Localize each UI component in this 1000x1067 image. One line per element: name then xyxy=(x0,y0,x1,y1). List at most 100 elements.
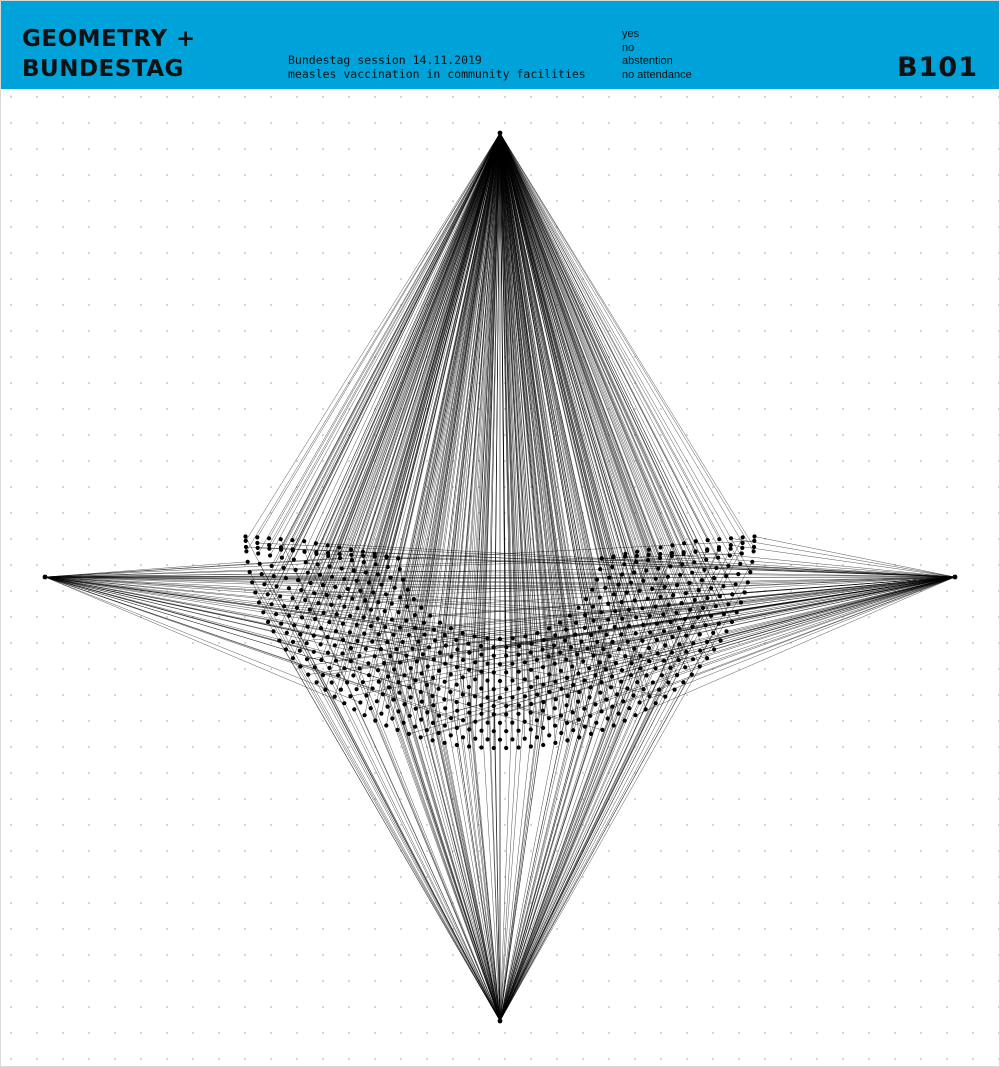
seat-dot xyxy=(534,718,540,723)
seat-dot xyxy=(654,621,660,626)
grid-dot xyxy=(62,226,64,228)
grid-dot xyxy=(36,226,38,228)
grid-dot xyxy=(296,1058,298,1060)
grid-dot xyxy=(816,902,818,904)
grid-dot xyxy=(322,798,324,800)
grid-dot xyxy=(296,278,298,280)
seat-dot xyxy=(293,567,298,572)
grid-dot xyxy=(712,278,714,280)
seat-dot xyxy=(278,537,283,542)
seat-dot xyxy=(305,624,310,629)
grid-dot xyxy=(712,382,714,384)
seat-dot xyxy=(362,631,367,636)
grid-dot xyxy=(608,694,610,696)
seat-dot xyxy=(407,713,412,718)
grid-dot xyxy=(478,1032,480,1034)
grid-dot xyxy=(192,96,194,98)
seat-dot xyxy=(510,678,515,683)
grid-dot xyxy=(582,980,584,982)
grid-dot xyxy=(920,1058,922,1060)
grid-dot xyxy=(842,174,844,176)
grid-dot xyxy=(868,1032,870,1034)
grid-dot xyxy=(894,148,896,150)
grid-dot xyxy=(660,642,662,644)
grid-dot xyxy=(10,668,12,670)
seat-dot xyxy=(358,700,363,705)
seat-dot xyxy=(647,659,652,664)
seat-dot xyxy=(366,673,372,678)
grid-dot xyxy=(88,356,90,358)
seat-dot xyxy=(424,728,429,733)
seat-dot xyxy=(540,665,546,670)
grid-dot xyxy=(244,148,246,150)
grid-dot xyxy=(920,304,922,306)
grid-dot xyxy=(894,486,896,488)
project-title: GEOMETRY + BUNDESTAG xyxy=(22,24,196,84)
seat-dot xyxy=(321,610,326,615)
grid-dot xyxy=(712,96,714,98)
grid-dot xyxy=(166,824,168,826)
grid-dot xyxy=(88,122,90,124)
grid-dot xyxy=(244,226,246,228)
seat-dot xyxy=(646,547,652,552)
seat-dot xyxy=(485,737,490,742)
grid-dot xyxy=(686,122,688,124)
grid-dot xyxy=(530,148,532,150)
grid-dot xyxy=(114,382,116,384)
grid-dot xyxy=(166,122,168,124)
seat-dot xyxy=(563,627,569,632)
grid-dot xyxy=(842,226,844,228)
grid-dot xyxy=(764,148,766,150)
grid-dot xyxy=(972,798,974,800)
grid-dot xyxy=(946,382,948,384)
seat-dot xyxy=(333,658,339,663)
seat-dot xyxy=(349,558,354,563)
grid-dot xyxy=(62,304,64,306)
seat-dot xyxy=(382,609,387,614)
seat-dot xyxy=(290,656,295,661)
seat-dot xyxy=(516,745,521,750)
seat-dot xyxy=(657,687,662,692)
grid-dot xyxy=(738,1006,740,1008)
grid-dot xyxy=(426,148,428,150)
seat-dot xyxy=(308,580,313,586)
grid-dot xyxy=(790,96,792,98)
grid-dot xyxy=(218,252,220,254)
grid-dot xyxy=(452,694,454,696)
seat-dot xyxy=(466,684,471,690)
seat-dot xyxy=(376,679,381,684)
seat-dot xyxy=(312,665,317,670)
grid-dot xyxy=(712,746,714,748)
grid-dot xyxy=(218,486,220,488)
seat-dot xyxy=(623,554,628,559)
vote-line-bottom xyxy=(499,537,743,1022)
seat-dot xyxy=(294,605,300,611)
grid-dot xyxy=(62,408,64,410)
grid-dot xyxy=(452,668,454,670)
seat-dot xyxy=(705,596,710,601)
seat-dot xyxy=(466,701,471,707)
grid-dot xyxy=(790,954,792,956)
grid-dot xyxy=(244,200,246,202)
grid-dot xyxy=(10,980,12,982)
grid-dot xyxy=(972,642,974,644)
grid-dot xyxy=(764,824,766,826)
seat-dot xyxy=(516,686,521,691)
grid-dot xyxy=(946,590,948,592)
seat-dot xyxy=(250,580,255,585)
grid-dot xyxy=(582,148,584,150)
grid-dot xyxy=(348,304,350,306)
seat-dot xyxy=(565,720,570,726)
seat-dot xyxy=(361,615,366,620)
grid-dot xyxy=(296,1006,298,1008)
grid-dot xyxy=(816,798,818,800)
grid-dot xyxy=(738,1032,740,1034)
seat-dot xyxy=(372,654,377,659)
grid-dot xyxy=(972,746,974,748)
seat-dot xyxy=(284,630,289,636)
seat-dot xyxy=(497,695,503,700)
grid-dot xyxy=(608,278,610,280)
seat-dot xyxy=(404,604,410,609)
grid-dot xyxy=(634,200,636,202)
grid-dot xyxy=(218,720,220,722)
